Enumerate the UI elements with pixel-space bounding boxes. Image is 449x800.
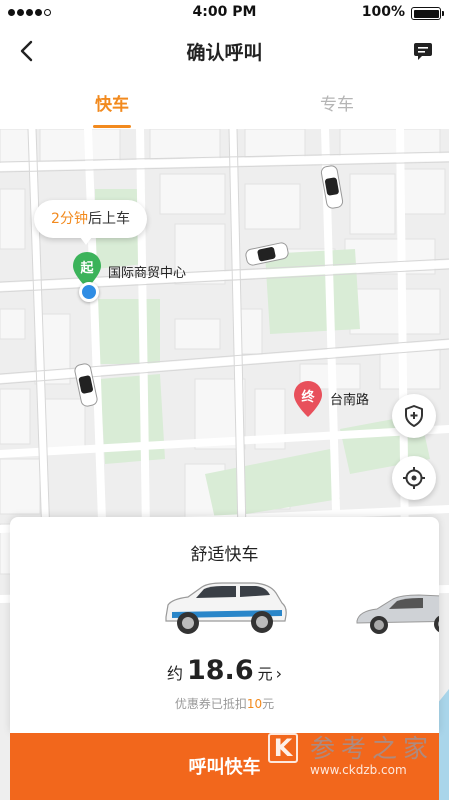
chevron-right-icon: › bbox=[275, 664, 283, 683]
safety-button[interactable] bbox=[392, 394, 436, 438]
current-location-dot bbox=[79, 282, 99, 302]
nav-bar: 确认呼叫 bbox=[0, 26, 449, 76]
price-unit: 元 bbox=[257, 665, 273, 683]
coupon-unit: 元 bbox=[262, 697, 275, 711]
price-prefix: 约 bbox=[166, 664, 183, 683]
watermark-logo: K bbox=[268, 733, 298, 763]
eta-bubble: 2分钟后上车 bbox=[34, 200, 147, 245]
start-pin-marker: 起 bbox=[80, 261, 94, 276]
page-title: 确认呼叫 bbox=[186, 42, 263, 64]
price-estimate[interactable]: 约 18.6 元 › bbox=[10, 655, 439, 686]
end-location-label: 台南路 bbox=[330, 393, 370, 408]
price-value: 18.6 bbox=[186, 655, 254, 686]
coupon-text: 优惠券已抵扣 bbox=[174, 697, 247, 711]
active-tab-indicator bbox=[93, 125, 131, 128]
ride-type-tabs: 快车 专车 bbox=[0, 76, 449, 129]
watermark-text: 参考之家 bbox=[310, 734, 435, 763]
tab-premier[interactable]: 专车 bbox=[297, 90, 377, 115]
ride-option-card[interactable]: 舒适快车 约 18.6 元 › 优惠券已抵扣10元 bbox=[10, 517, 439, 733]
end-pin: 终 bbox=[294, 381, 322, 417]
eta-time: 2分钟 bbox=[51, 211, 88, 227]
watermark-url: www.ckdzb.com bbox=[310, 763, 407, 777]
coupon-amount: 10 bbox=[246, 697, 263, 711]
watermark: K 参考之家 www.ckdzb.com bbox=[268, 727, 446, 783]
shield-plus-icon bbox=[405, 405, 423, 427]
locate-button[interactable] bbox=[392, 456, 436, 500]
coupon-note: 优惠券已抵扣10元 bbox=[10, 695, 439, 712]
ride-type-title: 舒适快车 bbox=[190, 545, 259, 565]
eta-text: 后上车 bbox=[87, 211, 130, 227]
sedan-car-icon bbox=[356, 594, 439, 634]
end-pin-marker: 终 bbox=[301, 390, 315, 405]
status-bar: 4:00 PM 100% bbox=[0, 0, 449, 26]
battery-percent: 100% bbox=[361, 4, 405, 20]
suv-car-icon bbox=[165, 582, 287, 634]
locate-target-icon bbox=[403, 467, 425, 489]
battery-icon bbox=[411, 7, 444, 20]
tab-express[interactable]: 快车 bbox=[72, 90, 152, 115]
message-icon[interactable] bbox=[413, 41, 433, 61]
start-location-label: 国际商贸中心 bbox=[108, 266, 187, 281]
